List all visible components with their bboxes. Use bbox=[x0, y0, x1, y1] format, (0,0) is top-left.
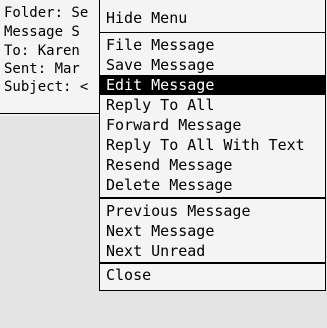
menu-divider bbox=[100, 262, 325, 264]
subject-label: Subject: < bbox=[4, 79, 89, 95]
sent-label: Sent: Mar bbox=[4, 61, 80, 77]
header-divider bbox=[0, 113, 99, 114]
menu-item-resend-message[interactable]: Resend Message bbox=[100, 155, 325, 175]
menu-item-close[interactable]: Close bbox=[100, 265, 325, 285]
menu-divider bbox=[100, 32, 325, 33]
menu-item-forward-message[interactable]: Forward Message bbox=[100, 115, 325, 135]
to-label: To: Karen bbox=[4, 43, 80, 59]
folder-label: Folder: Se bbox=[4, 5, 89, 21]
menu-item-hide-menu[interactable]: Hide Menu bbox=[100, 8, 325, 28]
message-header: Folder: Se Message S To: Karen Sent: Mar… bbox=[0, 0, 99, 116]
menu-item-reply-to-all[interactable]: Reply To All bbox=[100, 95, 325, 115]
message-status-label: Message S bbox=[4, 24, 80, 40]
menu-item-next-message[interactable]: Next Message bbox=[100, 221, 325, 241]
menu-item-next-unread[interactable]: Next Unread bbox=[100, 241, 325, 261]
menu-item-save-message[interactable]: Save Message bbox=[100, 55, 325, 75]
menu-item-delete-message[interactable]: Delete Message bbox=[100, 175, 325, 195]
menu-item-previous-message[interactable]: Previous Message bbox=[100, 201, 325, 221]
menu-divider bbox=[100, 197, 325, 199]
menu-item-edit-message[interactable]: Edit Message bbox=[100, 75, 325, 95]
menu-item-reply-to-all-with-text[interactable]: Reply To All With Text bbox=[100, 135, 325, 155]
menu-item-file-message[interactable]: File Message bbox=[100, 35, 325, 55]
context-menu: Hide Menu File Message Save Message Edit… bbox=[99, 0, 326, 291]
